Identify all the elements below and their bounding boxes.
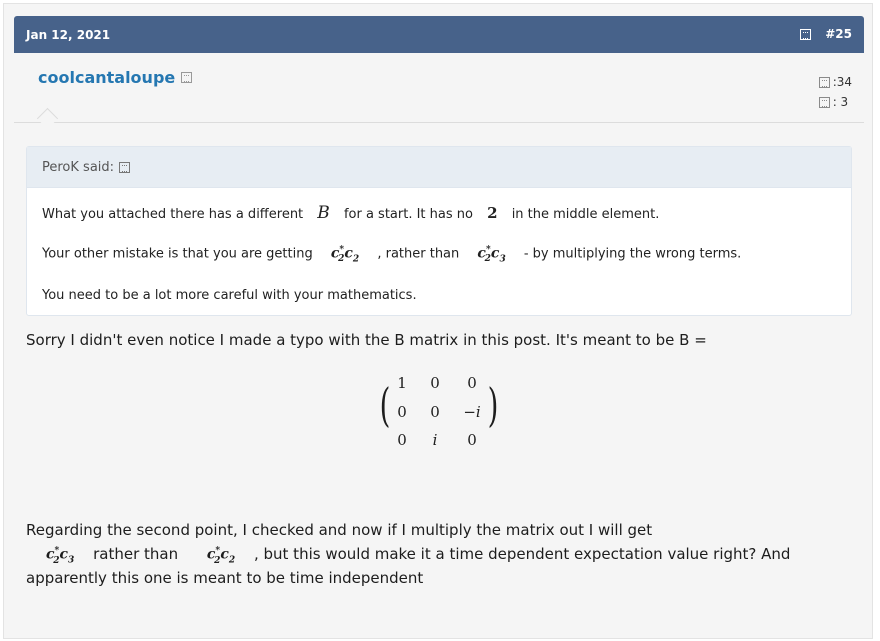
quote-line-2-b: , rather than [377, 246, 460, 262]
matrix-cell: i [432, 431, 438, 449]
username-wrap: coolcantaloupe [38, 68, 193, 87]
matrix-cell: 1 [397, 374, 407, 392]
post-header-actions: #25 [800, 27, 852, 41]
reply-line-2-end: , but this would make it a time dependen… [253, 545, 791, 563]
share-icon[interactable] [800, 28, 812, 40]
quote-line-1-a: What you attached there has a different [42, 207, 304, 222]
math-c2star-c3-reply: c*2c3 [46, 546, 75, 566]
user-stats: :34 : 3 [818, 72, 852, 112]
reaction-icon [818, 96, 830, 108]
matrix-right-paren: ) [487, 378, 499, 432]
reply-paragraph-1: Sorry I didn't even notice I made a typo… [26, 331, 707, 349]
post-date[interactable]: Jan 12, 2021 [26, 28, 110, 42]
reply-rather-than: rather than [93, 545, 179, 563]
matrix-cell: 0 [397, 403, 407, 421]
stat-messages: :34 [818, 72, 852, 92]
quote-line-2-a: Your other mistake is that you are getti… [42, 246, 313, 262]
quote-line-2: Your other mistake is that you are getti… [42, 245, 741, 264]
quote-line-1-b: for a start. It has no [343, 207, 473, 222]
quote-jump-icon[interactable] [119, 161, 131, 173]
matrix-cell: 0 [467, 374, 477, 392]
matrix-cell: −i [463, 403, 481, 421]
matrix-cell: 0 [430, 403, 440, 421]
reply-paragraph-2-line-2: c*2c3 rather than c*2c2 , but this would… [26, 545, 790, 566]
stat-reactions-value: : 3 [832, 95, 849, 109]
quote-line-3: You need to be a lot more careful with y… [42, 288, 417, 303]
math-c2star-c3: c*2c3 [477, 245, 506, 265]
stat-messages-value: :34 [832, 75, 852, 89]
quote-line-1: What you attached there has a different … [42, 203, 659, 223]
matrix-cell: 0 [467, 431, 477, 449]
quote-block: PeroK said: What you attached there has … [26, 146, 852, 316]
math-c2star-c2: c*2c2 [330, 245, 360, 265]
reply-paragraph-2-line-1: Regarding the second point, I checked an… [26, 521, 653, 539]
username[interactable]: coolcantaloupe [38, 68, 175, 87]
user-arrow-notch [36, 107, 59, 130]
quote-line-1-c: in the middle element. [511, 207, 660, 222]
user-badge-icon [181, 72, 193, 83]
quote-line-2-c: - by multiplying the wrong terms. [523, 246, 742, 262]
math-c2star-c2-reply: c*2c2 [206, 546, 236, 566]
post-number[interactable]: #25 [825, 27, 852, 41]
quote-header[interactable]: PeroK said: [27, 147, 851, 188]
stat-reactions: : 3 [818, 92, 852, 112]
matrix-B: ( ) 1 0 0 0 0 −i 0 i 0 [380, 372, 504, 450]
reply-paragraph-2-line-3: apparently this one is meant to be time … [26, 569, 424, 587]
math-B: B [317, 203, 330, 223]
post-header: Jan 12, 2021 #25 [14, 16, 864, 53]
post-container: Jan 12, 2021 #25 coolcantaloupe :34 : 3 … [3, 3, 873, 639]
matrix-cell: 0 [397, 431, 407, 449]
messages-icon [818, 76, 830, 88]
math-2: 2 [487, 204, 498, 222]
user-row: coolcantaloupe :34 : 3 [14, 54, 864, 130]
matrix-cell: 0 [430, 374, 440, 392]
quote-author[interactable]: PeroK said: [42, 160, 114, 175]
